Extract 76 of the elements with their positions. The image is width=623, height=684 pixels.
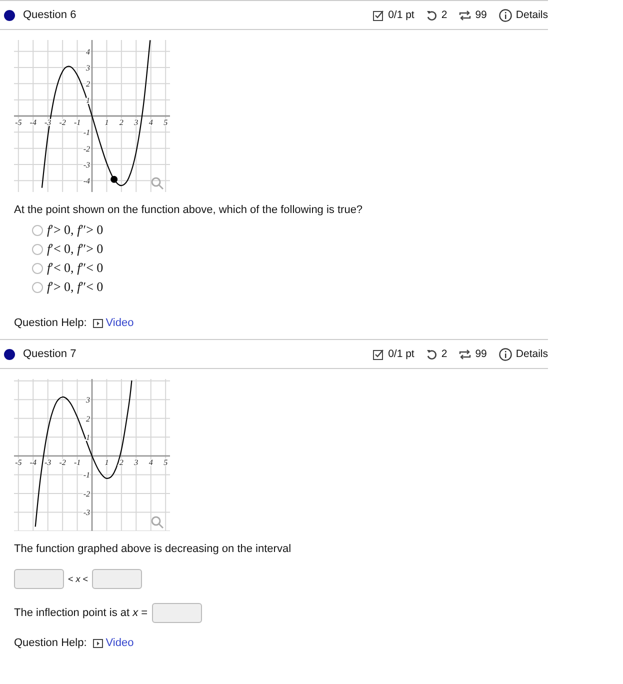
tick-label: -2: [83, 489, 90, 498]
tick-label: -4: [83, 176, 90, 186]
tick-label: -3: [44, 458, 52, 467]
tick-label: -4: [30, 458, 36, 467]
undo-icon: [426, 348, 438, 360]
choice-label: f′> 0, f″< 0: [47, 279, 104, 295]
video-link[interactable]: Video: [92, 637, 134, 649]
tick-label: 3: [86, 64, 90, 72]
choice-label: f′< 0, f″< 0: [47, 260, 104, 276]
radio-button[interactable]: [32, 244, 43, 254]
attempts-count: 99: [475, 9, 487, 21]
info-icon[interactable]: [498, 8, 512, 22]
question-title: Question 7: [23, 348, 76, 360]
radio-button[interactable]: [32, 282, 43, 292]
choice-label: f′< 0, f″> 0: [47, 241, 104, 257]
tick-label: 1: [86, 433, 90, 442]
tick-label: -5: [15, 458, 22, 467]
magnifier-icon[interactable]: [151, 516, 164, 529]
point-marker: [110, 176, 118, 183]
tick-label: 3: [134, 118, 138, 127]
play-icon: [92, 638, 103, 648]
tick-label: 2: [119, 118, 124, 127]
tick-label: 4: [148, 458, 153, 467]
tick-label: 4: [148, 118, 153, 127]
tick-label: 5: [164, 458, 168, 467]
retries-count: 2: [441, 9, 448, 21]
tick-label: 3: [86, 396, 90, 405]
magnifier-icon[interactable]: [151, 177, 164, 190]
tick-label: -4: [30, 118, 36, 127]
status-dot: [4, 348, 15, 360]
tick-label: -2: [83, 144, 90, 154]
tick-label: -5: [15, 118, 22, 127]
repeat-icon: [459, 348, 472, 360]
answer-field[interactable]: [14, 569, 64, 589]
question-text: The function graphed above is decreasing on the interval: [14, 543, 292, 555]
question-title: Question 6: [23, 9, 76, 21]
undo-icon: [426, 10, 438, 20]
checkbox-icon: [373, 10, 384, 20]
tick-label: 5: [164, 118, 168, 127]
tick-label: -1: [83, 128, 90, 138]
answer-field[interactable]: [152, 603, 202, 623]
question-text: At the point shown on the function above, which of the following is true?: [14, 204, 364, 216]
attempts-count: 99: [475, 348, 487, 360]
tick-label: -2: [59, 458, 66, 467]
info-icon[interactable]: [498, 348, 512, 360]
retries-count: 2: [441, 348, 448, 360]
answer-field[interactable]: [92, 569, 142, 589]
tick-label: -1: [74, 118, 81, 127]
score-label: 0/1 pt: [388, 348, 414, 360]
tick-label: 1: [104, 118, 109, 127]
help-label: Question Help:: [14, 317, 87, 329]
tick-label: 2: [86, 80, 90, 89]
tick-label: 2: [86, 414, 90, 424]
score-label: 0/1 pt: [388, 9, 414, 21]
radio-button[interactable]: [32, 224, 43, 236]
tick-label: 4: [86, 47, 90, 56]
question-text: The inflection point is at x =: [14, 607, 148, 619]
repeat-icon: [459, 10, 472, 20]
details-link[interactable]: Details: [516, 348, 548, 360]
choice-label: f′> 0, f″> 0: [47, 222, 104, 238]
radio-button[interactable]: [32, 262, 43, 274]
help-label: Question Help:: [14, 637, 87, 649]
tick-label: -3: [83, 160, 90, 170]
video-link[interactable]: Video: [92, 317, 134, 329]
tick-label: -1: [83, 470, 90, 480]
play-icon: [92, 318, 103, 328]
inequality-label: < x <: [68, 574, 88, 584]
tick-label: -1: [74, 458, 81, 467]
checkbox-icon: [373, 348, 384, 360]
status-dot: [4, 10, 15, 20]
tick-label: 1: [104, 458, 109, 467]
tick-label: 2: [119, 458, 124, 467]
tick-label: 3: [134, 458, 138, 467]
tick-label: -3: [83, 508, 90, 518]
details-link[interactable]: Details: [516, 9, 548, 21]
tick-label: -2: [59, 118, 66, 127]
